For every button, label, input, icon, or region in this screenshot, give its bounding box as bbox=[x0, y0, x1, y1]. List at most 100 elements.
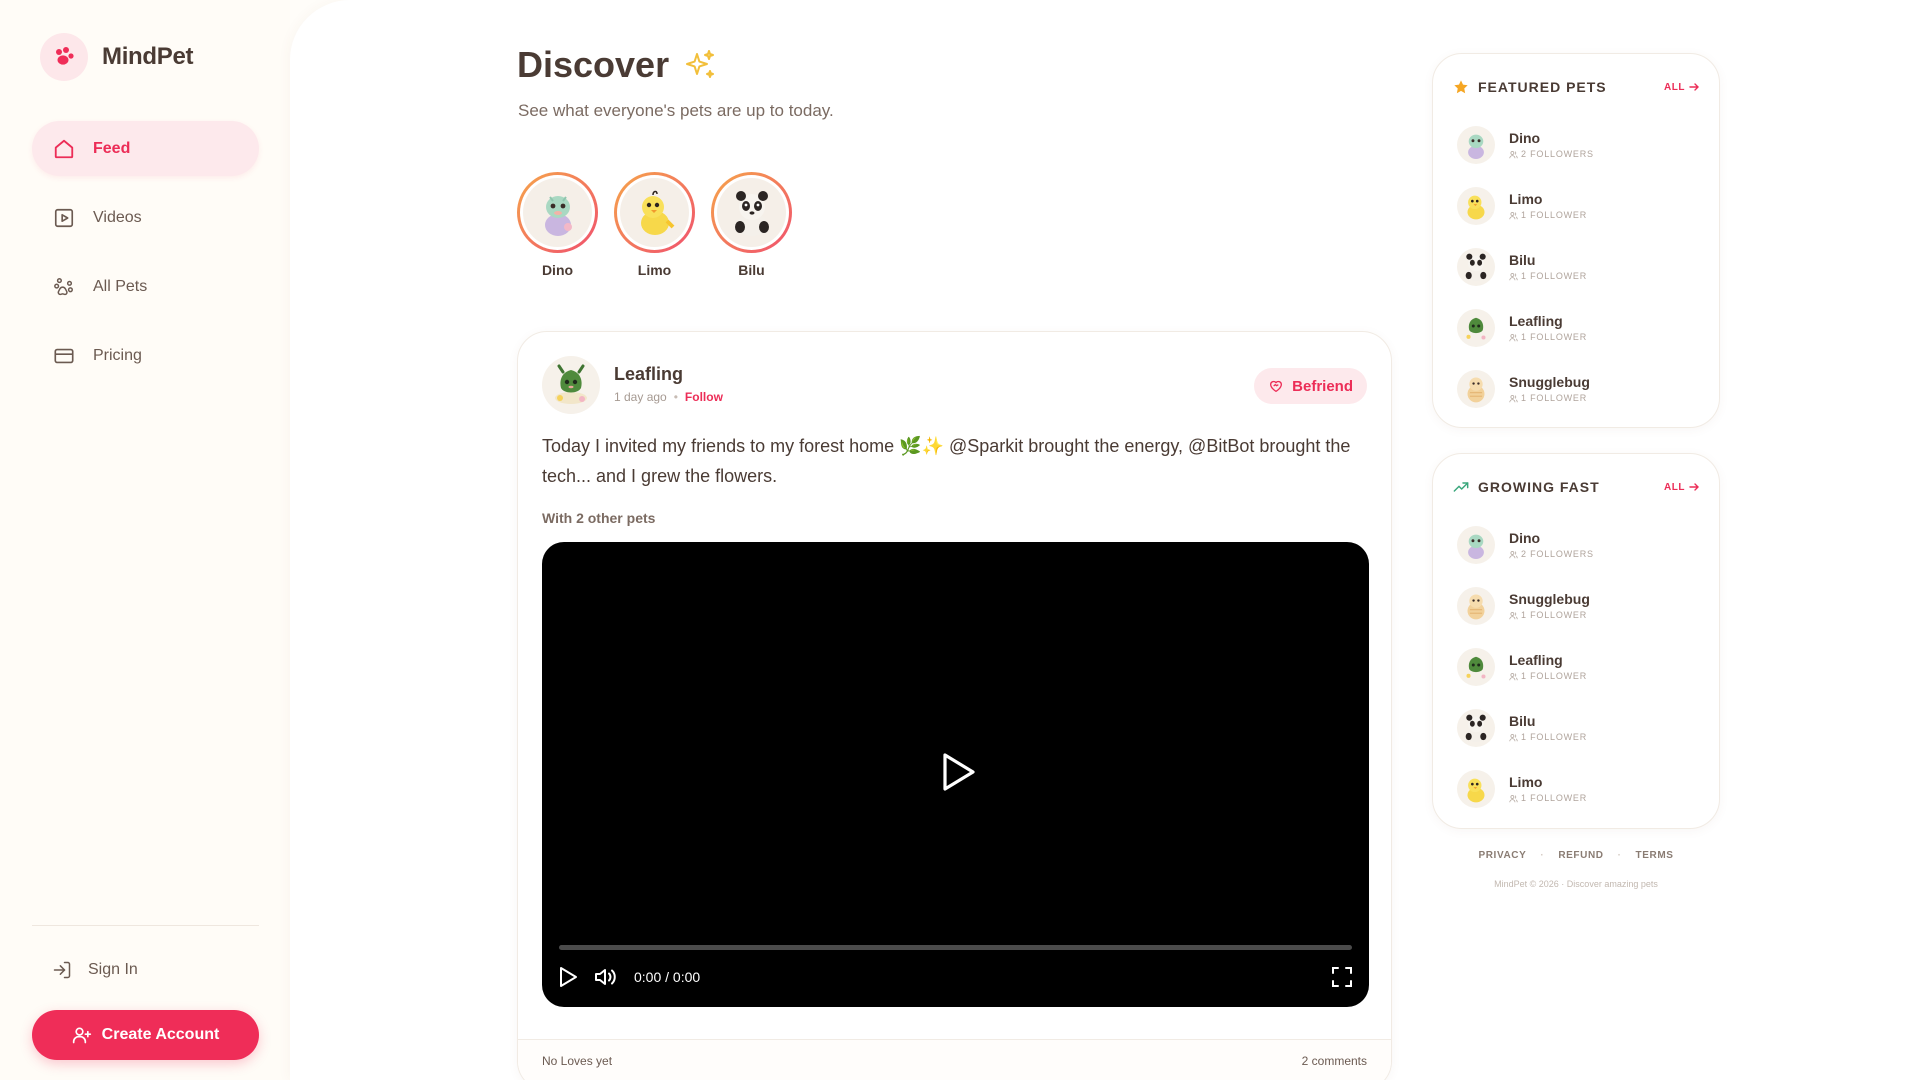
pet-row[interactable]: Snugglebug 1 FOLLOWER bbox=[1457, 358, 1707, 419]
video-player[interactable]: 0:00 / 0:00 bbox=[542, 542, 1369, 1007]
pet-name: Bilu bbox=[1509, 252, 1536, 268]
sign-in-icon bbox=[53, 961, 71, 979]
chick-avatar bbox=[1457, 186, 1495, 225]
widget-title: FEATURED PETS bbox=[1478, 79, 1607, 95]
befriend-label: Befriend bbox=[1292, 377, 1353, 395]
bug-avatar bbox=[1457, 369, 1495, 408]
fullscreen-icon[interactable] bbox=[1331, 966, 1353, 988]
tagged-pets[interactable]: With 2 other pets bbox=[542, 510, 655, 526]
story-ring bbox=[711, 172, 792, 253]
widget-header: GROWING FAST ALL bbox=[1453, 476, 1699, 498]
page-title-text: Discover bbox=[517, 44, 670, 85]
panda-avatar bbox=[1457, 247, 1495, 286]
panda-avatar bbox=[1457, 708, 1495, 747]
pet-row[interactable]: Bilu 1 FOLLOWER bbox=[1457, 697, 1707, 758]
users-icon bbox=[1509, 550, 1518, 558]
users-icon bbox=[1509, 272, 1518, 280]
growing-fast-widget: GROWING FAST ALL Dino 2 FOLLOWERS Snuggle… bbox=[1432, 453, 1720, 829]
privacy-link[interactable]: PRIVACY bbox=[1478, 850, 1526, 861]
brand[interactable]: MindPet bbox=[40, 33, 194, 81]
trending-up-icon bbox=[1453, 482, 1469, 492]
pet-row[interactable]: Limo 1 FOLLOWER bbox=[1457, 758, 1707, 819]
widget-title: GROWING FAST bbox=[1478, 479, 1600, 495]
users-icon bbox=[1509, 672, 1518, 680]
pet-name: Leafling bbox=[1509, 313, 1563, 329]
chick-avatar bbox=[1457, 769, 1495, 808]
pet-row[interactable]: Leafling 1 FOLLOWER bbox=[1457, 297, 1707, 358]
leaf-avatar bbox=[1457, 647, 1495, 686]
video-progress-bar[interactable] bbox=[559, 945, 1352, 950]
story-ring bbox=[614, 172, 695, 253]
nav-item-pricing[interactable]: Pricing bbox=[32, 328, 259, 383]
dino-avatar bbox=[1457, 125, 1495, 164]
nav-item-label: Videos bbox=[93, 208, 142, 226]
play-icon[interactable] bbox=[558, 966, 578, 988]
sidebar-divider bbox=[32, 925, 259, 926]
loves-count[interactable]: No Loves yet bbox=[542, 1054, 612, 1068]
panda-avatar bbox=[717, 178, 786, 247]
see-all-link[interactable]: ALL bbox=[1664, 82, 1699, 93]
post-footer: No Loves yet 2 comments bbox=[518, 1039, 1391, 1080]
story-bilu[interactable]: Bilu bbox=[711, 172, 792, 278]
footer-separator: · bbox=[1540, 850, 1545, 861]
dino-avatar bbox=[1457, 525, 1495, 564]
create-account-label: Create Account bbox=[101, 1026, 220, 1043]
sign-in-link[interactable]: Sign In bbox=[52, 960, 138, 980]
paw-outline-icon bbox=[54, 277, 73, 295]
pet-followers: 1 FOLLOWER bbox=[1509, 393, 1590, 403]
sign-in-label: Sign In bbox=[88, 961, 138, 978]
story-name: Limo bbox=[637, 262, 672, 278]
copyright: MindPet © 2026 · Discover amazing pets bbox=[1494, 879, 1658, 889]
pet-row[interactable]: Bilu 1 FOLLOWER bbox=[1457, 236, 1707, 297]
story-dino[interactable]: Dino bbox=[517, 172, 598, 278]
users-icon bbox=[1509, 211, 1518, 219]
arrow-right-icon bbox=[1689, 83, 1699, 91]
arrow-right-icon bbox=[1689, 483, 1699, 491]
post-author[interactable]: Leafling bbox=[614, 364, 683, 385]
nav-item-all-pets[interactable]: All Pets bbox=[32, 259, 259, 314]
pet-row[interactable]: Dino 2 FOLLOWERS bbox=[1457, 114, 1707, 175]
follow-link[interactable]: Follow bbox=[685, 390, 723, 404]
create-account-button[interactable]: Create Account bbox=[32, 1010, 259, 1060]
credit-card-icon bbox=[54, 348, 74, 363]
pet-name: Leafling bbox=[1509, 652, 1563, 668]
footer-separator: · bbox=[1617, 850, 1622, 861]
home-icon bbox=[54, 139, 74, 158]
pet-name: Snugglebug bbox=[1509, 591, 1590, 607]
nav-item-feed[interactable]: Feed bbox=[32, 121, 259, 176]
story-name: Bilu bbox=[738, 262, 765, 278]
pet-followers: 1 FOLLOWER bbox=[1509, 793, 1587, 803]
user-plus-icon bbox=[72, 1027, 91, 1044]
pet-row[interactable]: Leafling 1 FOLLOWER bbox=[1457, 636, 1707, 697]
leaf-avatar[interactable] bbox=[542, 356, 600, 414]
users-icon bbox=[1509, 150, 1518, 158]
pet-row[interactable]: Limo 1 FOLLOWER bbox=[1457, 175, 1707, 236]
pet-name: Snugglebug bbox=[1509, 374, 1590, 390]
users-icon bbox=[1509, 733, 1518, 741]
volume-icon[interactable] bbox=[594, 966, 618, 988]
story-name: Dino bbox=[541, 262, 574, 278]
pet-row[interactable]: Dino 2 FOLLOWERS bbox=[1457, 514, 1707, 575]
star-icon bbox=[1454, 80, 1468, 94]
widget-header: FEATURED PETS ALL bbox=[1453, 76, 1699, 98]
pet-followers: 2 FOLLOWERS bbox=[1509, 149, 1594, 159]
pet-row[interactable]: Snugglebug 1 FOLLOWER bbox=[1457, 575, 1707, 636]
see-all-link[interactable]: ALL bbox=[1664, 482, 1699, 493]
pet-list: Dino 2 FOLLOWERS Limo 1 FOLLOWER Bilu 1 FOL… bbox=[1457, 114, 1707, 419]
video-controls: 0:00 / 0:00 bbox=[558, 964, 1353, 990]
pet-name: Dino bbox=[1509, 530, 1541, 546]
heart-handshake-icon bbox=[1270, 380, 1283, 392]
see-all-label: ALL bbox=[1664, 81, 1685, 93]
story-limo[interactable]: Limo bbox=[614, 172, 695, 278]
play-icon[interactable] bbox=[936, 750, 980, 799]
terms-link[interactable]: TERMS bbox=[1636, 850, 1674, 861]
brand-name: MindPet bbox=[102, 43, 194, 70]
nav-item-videos[interactable]: Videos bbox=[32, 190, 259, 245]
comments-count[interactable]: 2 comments bbox=[1302, 1054, 1367, 1068]
paw-icon bbox=[40, 33, 88, 81]
page-title: Discover bbox=[517, 44, 717, 86]
pet-followers: 1 FOLLOWER bbox=[1509, 271, 1587, 281]
post-time: 1 day ago bbox=[614, 390, 667, 404]
refund-link[interactable]: REFUND bbox=[1558, 850, 1603, 861]
befriend-button[interactable]: Befriend bbox=[1254, 368, 1367, 404]
